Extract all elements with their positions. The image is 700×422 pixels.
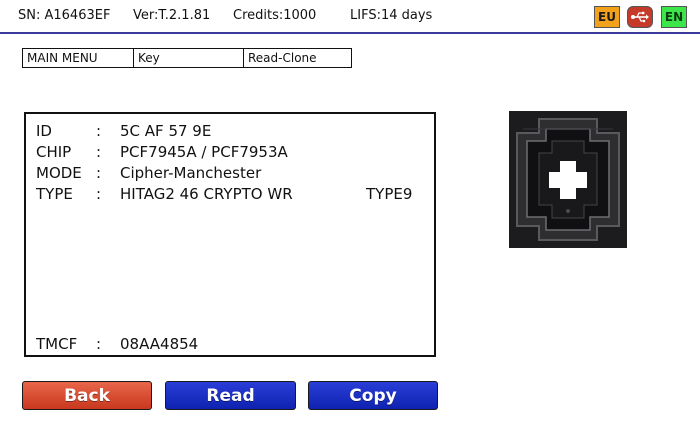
info-row-chip: CHIP: PCF7945A / PCF7953A xyxy=(36,143,288,161)
info-row-id: ID:5C AF 57 9E xyxy=(36,122,211,140)
chip-label: CHIP xyxy=(36,143,72,161)
key-info-panel: ID:5C AF 57 9E CHIP: PCF7945A / PCF7953A … xyxy=(24,112,436,357)
id-value: 5C AF 57 9E xyxy=(120,122,212,140)
chip-value: PCF7945A / PCF7953A xyxy=(120,143,288,161)
usb-icon[interactable] xyxy=(627,6,653,28)
transponder-slot-icon xyxy=(509,111,627,248)
language-badge[interactable]: EN xyxy=(661,6,687,28)
id-label: ID xyxy=(36,122,52,140)
serial-number: SN: A16463EF xyxy=(18,8,111,23)
status-bar: SN: A16463EF Ver:T.2.1.81 Credits:1000 L… xyxy=(0,0,700,34)
type-label: TYPE xyxy=(36,185,73,203)
breadcrumb: MAIN MENU Key Read-Clone xyxy=(22,48,352,68)
region-badge[interactable]: EU xyxy=(594,6,620,28)
firmware-version: Ver:T.2.1.81 xyxy=(133,8,211,23)
back-button[interactable]: Back xyxy=(22,381,152,410)
mode-label: MODE xyxy=(36,164,82,182)
info-row-mode: MODE: Cipher-Manchester xyxy=(36,164,261,182)
breadcrumb-key[interactable]: Key xyxy=(134,49,244,67)
info-row-type: TYPE: HITAG2 46 CRYPTO WR TYPE9 xyxy=(36,185,412,203)
transponder-slot-icon xyxy=(509,111,627,248)
info-row-tmcf: TMCF:08AA4854 xyxy=(36,335,198,353)
type-value: HITAG2 46 CRYPTO WR xyxy=(120,185,293,203)
usb-icon xyxy=(631,11,649,23)
separator: : xyxy=(96,122,102,140)
breadcrumb-main-menu[interactable]: MAIN MENU xyxy=(23,49,134,67)
read-button[interactable]: Read xyxy=(165,381,296,410)
separator: : xyxy=(96,143,102,161)
separator: : xyxy=(96,185,102,203)
breadcrumb-read-clone: Read-Clone xyxy=(248,51,317,65)
tmcf-label: TMCF xyxy=(36,335,78,353)
mode-value: Cipher-Manchester xyxy=(120,164,262,182)
separator: : xyxy=(96,164,102,182)
tmcf-value: 08AA4854 xyxy=(120,335,199,353)
lifs-days: LIFS:14 days xyxy=(350,8,433,23)
credits-count: Credits:1000 xyxy=(233,8,317,23)
copy-button[interactable]: Copy xyxy=(308,381,438,410)
type-code: TYPE9 xyxy=(366,185,413,203)
separator: : xyxy=(96,335,102,353)
